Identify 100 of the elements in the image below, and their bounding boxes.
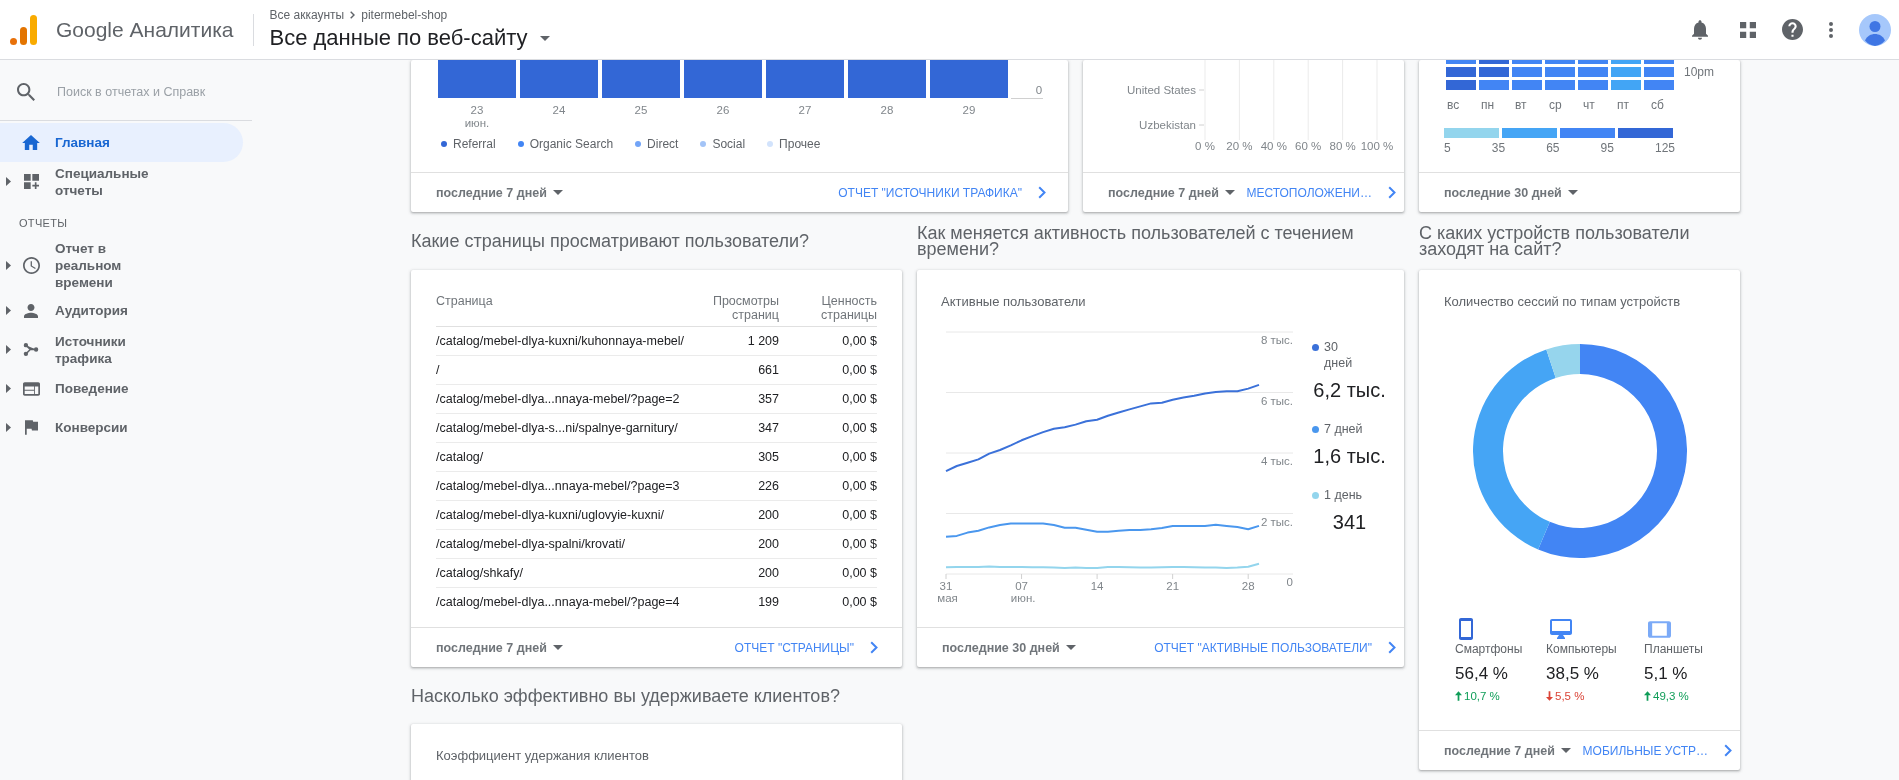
axis-label: 31 мая	[937, 580, 958, 604]
bell-icon[interactable]	[1692, 19, 1708, 40]
table-cell: 1 209	[689, 326, 779, 356]
avatar-icon[interactable]	[1859, 13, 1891, 46]
axis-label: 24	[552, 104, 566, 116]
table-cell: 200	[689, 529, 779, 559]
dropdown-caret-icon	[1065, 645, 1076, 650]
table-cell: /catalog/mebel-dlya...nnaya-mebel/?page=2	[436, 384, 689, 414]
device-label: Компьютеры	[1546, 642, 1617, 656]
chart-title: Количество сессий по типам устройств	[1444, 294, 1681, 310]
nav-item[interactable]: Специальные отчеты	[0, 162, 243, 201]
date-range-dropdown[interactable]: последние 7 дней	[436, 185, 563, 200]
device-change: 49,3 %	[1653, 689, 1689, 703]
legend-label: Прочее	[779, 136, 821, 152]
section-heading: ОТЧЕТЫ	[19, 217, 68, 229]
date-range-dropdown[interactable]: последние 7 дней	[436, 640, 563, 655]
axis-label: вт	[1514, 98, 1528, 112]
table-cell: 0,00 $	[779, 529, 877, 559]
legend-label: Direct	[647, 136, 679, 152]
scale-label: 65	[1546, 141, 1560, 155]
axis-label: United States	[1126, 84, 1196, 96]
table-cell: 0,00 $	[779, 326, 877, 356]
search-field[interactable]: Поиск в отчетах и Справк	[57, 84, 229, 99]
chart-title: Активные пользователи	[941, 294, 1086, 310]
legend-label: 1 день	[1324, 487, 1364, 503]
clock-icon	[22, 257, 40, 274]
nav-item[interactable]: Отчет в реальном времени	[0, 240, 243, 291]
dropdown-caret-icon	[552, 645, 563, 650]
date-range-dropdown[interactable]: последние 30 дней	[942, 640, 1076, 655]
table-cell: /catalog/mebel-dlya-spalni/krovati/	[436, 529, 689, 559]
table-cell: 0,00 $	[779, 355, 877, 385]
section-title: Как меняется активность пользователей с течением времени?	[917, 225, 1355, 257]
axis-label: 20 %	[1226, 140, 1253, 152]
table-cell: /catalog/mebel-dlya...nnaya-mebel/?page=3	[436, 471, 689, 501]
section-title: Насколько эффективно вы удерживаете клиентов?	[411, 687, 840, 704]
report-link[interactable]: ОТЧЕТ "АКТИВНЫЕ ПОЛЬЗОВАТЕЛИ"	[1154, 640, 1396, 655]
report-link[interactable]: МОБИЛЬНЫЕ УСТР…	[1582, 743, 1732, 758]
nav-item[interactable]: Источники трафика	[0, 330, 243, 369]
view-selector[interactable]: Все данные по веб-сайту	[269, 25, 550, 51]
legend-label: Referral	[453, 136, 496, 152]
table-cell: 0,00 $	[779, 587, 877, 616]
device-change: 10,7 %	[1464, 689, 1500, 703]
nav-item[interactable]: Поведение	[0, 369, 243, 408]
breadcrumb-link[interactable]: pitermebel-shop	[361, 8, 448, 22]
table-cell: /catalog/shkafy/	[436, 558, 689, 588]
axis-label: 29	[962, 104, 976, 116]
axis-label: 07 июн.	[1010, 580, 1036, 604]
column-header: Просмотры страниц	[689, 294, 779, 327]
chevron-right-icon	[1388, 186, 1396, 199]
bar-chart-logo-icon	[10, 14, 37, 45]
axis-label: 8 тыс.	[1260, 334, 1293, 346]
table-cell: /catalog/	[436, 442, 689, 472]
legend-value: 1,6 тыс.	[1313, 445, 1386, 467]
breadcrumb-link[interactable]: Все аккаунты	[269, 8, 345, 22]
table-cell: /catalog/mebel-dlya-kuxni/kuhonnaya-mebel/	[436, 326, 689, 356]
axis-label: Uzbekistan	[1139, 119, 1196, 131]
axis-label: 27	[798, 104, 812, 116]
nav-item[interactable]: Конверсии	[0, 408, 243, 447]
legend-label: 30 дней	[1324, 339, 1354, 371]
axis-label: 40 %	[1260, 140, 1287, 152]
table-cell: 199	[689, 587, 779, 616]
more-icon[interactable]	[1829, 21, 1833, 38]
report-link[interactable]: МЕСТОПОЛОЖЕНИ…	[1246, 185, 1396, 200]
date-range-dropdown[interactable]: последние 7 дней	[1108, 185, 1235, 200]
nav-item[interactable]: Главная	[0, 123, 243, 162]
axis-label: 14	[1090, 580, 1104, 592]
nav-item[interactable]: Аудитория	[0, 291, 243, 330]
axis-label: 4 тыс.	[1260, 455, 1293, 467]
date-range-dropdown[interactable]: последние 7 дней	[1444, 743, 1571, 758]
report-link[interactable]: ОТЧЕТ "СТРАНИЦЫ"	[734, 640, 878, 655]
table-cell: 200	[689, 558, 779, 588]
chevron-right-icon	[870, 641, 878, 654]
product-name: Google Аналитика	[56, 17, 234, 42]
axis-label: пн	[1480, 98, 1496, 112]
table-cell: 200	[689, 500, 779, 530]
flag-icon	[24, 420, 38, 435]
axis-label: 0	[1035, 84, 1043, 96]
report-link[interactable]: ОТЧЕТ "ИСТОЧНИКИ ТРАФИКА"	[838, 185, 1046, 200]
dropdown-caret-icon	[552, 190, 563, 195]
legend-value: 6,2 тыс.	[1313, 379, 1386, 401]
help-icon[interactable]	[1782, 19, 1803, 40]
dropdown-caret-icon	[1567, 190, 1578, 195]
device-share: 56,4 %	[1455, 663, 1508, 685]
section-title: Какие страницы просматривают пользователи?	[411, 233, 810, 249]
table-cell: 305	[689, 442, 779, 472]
search-icon	[17, 82, 35, 101]
apps-grid-icon[interactable]	[1740, 21, 1756, 38]
axis-label: пт	[1616, 98, 1630, 112]
table-cell: /catalog/mebel-dlya-kuxni/uglovyie-kuxni/	[436, 500, 689, 530]
legend-label: 7 дней	[1324, 421, 1364, 437]
chevron-right-icon	[1724, 744, 1732, 757]
scale-label: 125	[1654, 141, 1675, 155]
table-cell: 0,00 $	[779, 442, 877, 472]
date-range-dropdown[interactable]: последние 30 дней	[1444, 185, 1578, 200]
table-cell: 0,00 $	[779, 413, 877, 443]
axis-label: 10pm	[1684, 65, 1715, 79]
table-cell: 661	[689, 355, 779, 385]
dropdown-caret-icon	[1224, 190, 1235, 195]
dropdown-caret-icon	[1560, 748, 1571, 753]
axis-label: 21	[1166, 580, 1180, 592]
